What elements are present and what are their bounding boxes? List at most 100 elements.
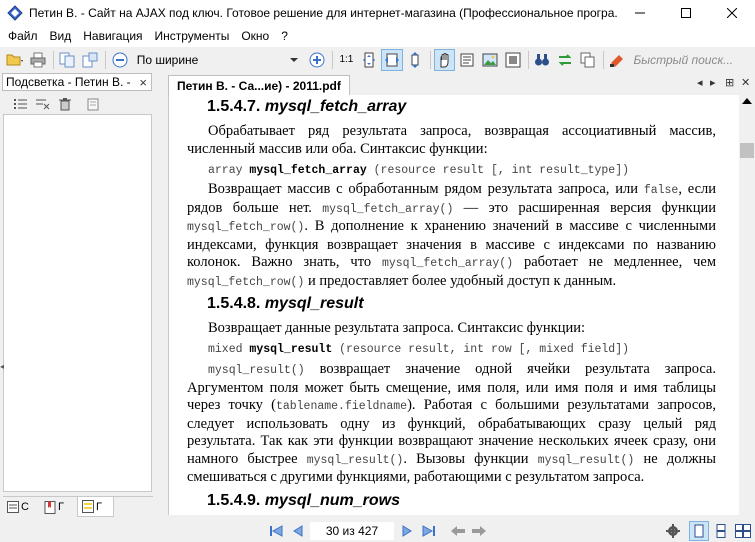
next-page-icon [402, 525, 412, 537]
menu-help[interactable]: ? [275, 26, 294, 47]
tab-scroll-right-icon[interactable]: ▸ [710, 76, 716, 89]
find-next-button[interactable] [554, 49, 576, 71]
previous-page-button[interactable] [288, 522, 308, 540]
properties-button[interactable] [82, 95, 104, 113]
scrollbar-thumb[interactable] [740, 143, 754, 158]
actual-size-button[interactable]: 1:1 [336, 49, 358, 71]
fit-width-button[interactable] [381, 48, 403, 71]
export-button[interactable] [79, 49, 101, 71]
print-button[interactable] [27, 49, 49, 71]
first-page-icon [270, 525, 283, 537]
select-image-button[interactable] [479, 49, 501, 71]
zoom-in-button[interactable] [306, 49, 328, 71]
maximize-button[interactable] [663, 0, 709, 26]
vertical-scrollbar[interactable] [739, 95, 755, 515]
panel-tabs: С Г Г [3, 496, 153, 518]
trash-icon [59, 97, 71, 110]
remove-highlight-button[interactable] [32, 95, 54, 113]
document-tab[interactable]: Петин В. - Са...ие) - 2011.pdf [168, 75, 350, 96]
section-heading: 1.5.4.9. mysql_num_rows [207, 492, 400, 509]
highlight-panel: Подсветка - Петин В. - × ◂ С Г Г [0, 72, 158, 520]
toolbar-separator [331, 50, 333, 69]
scroll-up-icon[interactable] [742, 98, 752, 104]
toolbar-separator [52, 50, 54, 69]
menu-tools[interactable]: Инструменты [149, 26, 236, 47]
menu-bar: Файл Вид Навигация Инструменты Окно ? [0, 26, 755, 47]
fit-width-icon [384, 53, 399, 66]
menu-view[interactable]: Вид [44, 26, 78, 47]
snapshot-icon [505, 52, 521, 67]
hand-icon [440, 52, 449, 67]
copy-page-icon [59, 52, 75, 67]
zoom-in-icon [309, 52, 325, 67]
tab-bookmarks[interactable]: Г [40, 497, 77, 517]
single-page-icon [694, 524, 704, 538]
app-icon [7, 5, 23, 21]
highlight-list[interactable] [3, 114, 152, 492]
list-button[interactable] [10, 95, 32, 113]
tab-highlights[interactable]: Г [77, 497, 114, 517]
toolbar-separator [602, 50, 604, 69]
hand-tool-button[interactable] [433, 48, 456, 71]
single-page-view-button[interactable] [689, 521, 709, 541]
fit-height-button[interactable] [404, 49, 426, 71]
copy-button[interactable] [577, 49, 599, 71]
open-button[interactable] [4, 49, 26, 71]
panel-toolbar [10, 95, 104, 113]
copy-page-button[interactable] [56, 49, 78, 71]
copy-icon [580, 52, 595, 67]
first-page-button[interactable] [266, 522, 286, 540]
document-tab-bar: Петин В. - Са...ие) - 2011.pdf ◂ ▸ ⊞ ✕ [166, 74, 755, 96]
delete-all-button[interactable] [54, 95, 76, 113]
binoculars-icon [535, 53, 550, 65]
function-syntax: array mysql_fetch_array (resource result… [208, 164, 629, 177]
navigation-bar: 30 из 427 [0, 520, 755, 542]
fit-page-button[interactable] [358, 49, 380, 71]
menu-navigation[interactable]: Навигация [77, 26, 148, 47]
two-page-view-button[interactable] [733, 521, 753, 541]
forward-arrow-icon [472, 526, 486, 536]
tab-close-icon[interactable]: ✕ [741, 76, 750, 89]
zoom-select[interactable]: По ширине [131, 49, 302, 70]
settings-button[interactable] [663, 521, 683, 541]
swap-arrows-icon [558, 53, 572, 66]
continuous-view-button[interactable] [711, 521, 731, 541]
back-arrow-icon [451, 526, 465, 536]
last-page-button[interactable] [419, 522, 439, 540]
snapshot-button[interactable] [502, 49, 524, 71]
section-heading: 1.5.4.8. mysql_result [207, 295, 364, 312]
page-number-field[interactable]: 30 из 427 [310, 522, 394, 540]
export-icon [82, 52, 98, 67]
select-text-button[interactable] [456, 49, 478, 71]
tab-list-icon[interactable]: ⊞ [725, 76, 734, 89]
close-button[interactable] [709, 0, 755, 26]
paragraph: Возвращает массив с обработанным рядом р… [187, 181, 717, 289]
panel-close-button[interactable]: × [139, 75, 147, 90]
quick-search-button[interactable] [607, 49, 629, 71]
find-button[interactable] [532, 49, 554, 71]
next-page-button[interactable] [397, 522, 417, 540]
toolbar: По ширине 1:1 Быстрый поиск... [0, 47, 755, 72]
maximize-icon [681, 8, 691, 18]
menu-window[interactable]: Окно [235, 26, 275, 47]
text-select-icon [460, 53, 474, 66]
tab-scroll-left-icon[interactable]: ◂ [697, 76, 703, 89]
quick-search-input[interactable]: Быстрый поиск... [630, 50, 755, 70]
minimize-button[interactable] [617, 0, 663, 26]
zoom-out-button[interactable] [109, 49, 131, 71]
window-title: Петин В. - Сайт на AJAX под ключ. Готово… [29, 6, 617, 20]
collapse-panel-icon[interactable]: ◂ [0, 362, 4, 371]
menu-file[interactable]: Файл [2, 26, 44, 47]
title-bar: Петин В. - Сайт на AJAX под ключ. Готово… [0, 0, 755, 26]
forward-button[interactable] [469, 522, 489, 540]
app-window: Петин В. - Сайт на AJAX под ключ. Готово… [0, 0, 755, 542]
back-button[interactable] [448, 522, 468, 540]
contents-icon [7, 501, 19, 513]
tab-contents[interactable]: С [3, 497, 40, 517]
fit-page-icon [363, 52, 376, 67]
paragraph: mysql_result() возвращает значение одной… [187, 361, 717, 485]
toolbar-separator [104, 50, 106, 69]
document-view[interactable]: 1.5.4.7. mysql_fetch_array Обрабатывает … [168, 95, 739, 515]
folder-open-icon [6, 54, 23, 65]
two-pages-icon [735, 524, 751, 538]
